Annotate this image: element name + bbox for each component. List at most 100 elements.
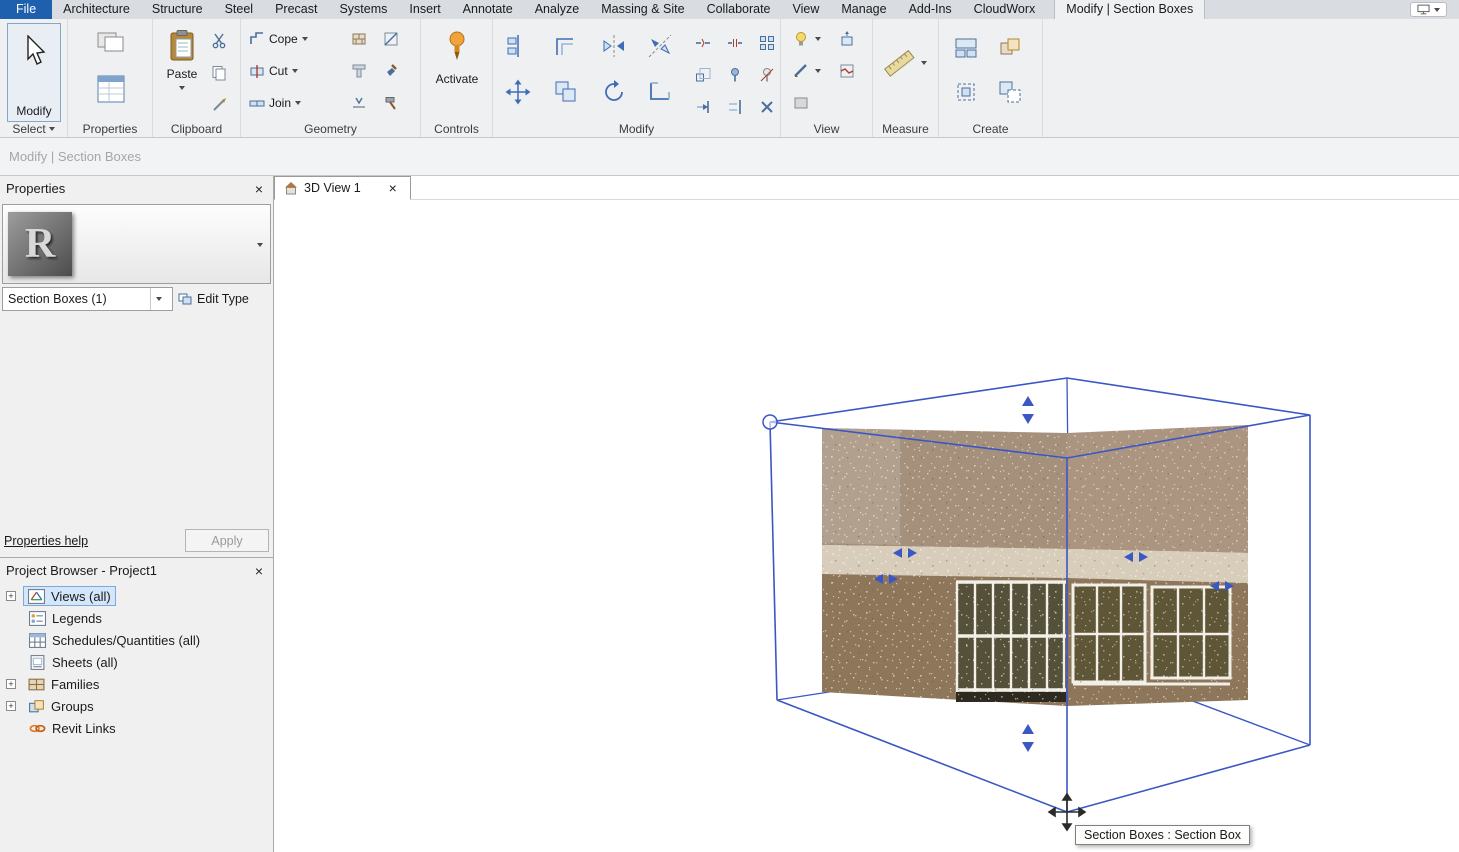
tab-collaborate[interactable]: Collaborate: [696, 0, 782, 19]
wall-joins-button[interactable]: [349, 29, 369, 49]
move-button[interactable]: [503, 77, 533, 107]
match-type-button[interactable]: [209, 95, 229, 115]
tree-item-families[interactable]: + Families: [0, 673, 273, 695]
expander-icon[interactable]: +: [6, 679, 16, 689]
edit-type-button[interactable]: Edit Type: [175, 287, 271, 311]
type-properties-button[interactable]: [95, 27, 127, 55]
tab-steel[interactable]: Steel: [214, 0, 265, 19]
panel-label-controls: Controls: [421, 122, 492, 136]
tree-item-sheets[interactable]: Sheets (all): [0, 651, 273, 673]
tab-massing-site[interactable]: Massing & Site: [590, 0, 695, 19]
copy-button[interactable]: [551, 77, 581, 107]
tree-item-views[interactable]: + Views (all): [0, 585, 273, 607]
tree-item-revit-links[interactable]: Revit Links: [0, 717, 273, 739]
paint-button[interactable]: [381, 61, 401, 81]
panel-label-select[interactable]: Select: [0, 122, 67, 136]
chevron-down-icon[interactable]: [815, 69, 821, 73]
split-profile-button[interactable]: [349, 93, 369, 113]
tab-view[interactable]: View: [782, 0, 831, 19]
trim-extend-single-button[interactable]: [693, 97, 713, 117]
create-parts-button[interactable]: [951, 33, 981, 63]
combobox-arrow[interactable]: [150, 288, 167, 310]
trim-corner-button[interactable]: [645, 77, 675, 107]
delete-icon: [759, 99, 775, 115]
tab-structure[interactable]: Structure: [141, 0, 214, 19]
trim-extend-multiple-button[interactable]: [725, 97, 745, 117]
displace-elements-button[interactable]: [837, 29, 857, 49]
close-icon[interactable]: ×: [251, 563, 267, 579]
expander-icon[interactable]: +: [6, 701, 16, 711]
filter-combobox[interactable]: Section Boxes (1): [2, 287, 173, 311]
tab-add-ins[interactable]: Add-Ins: [898, 0, 963, 19]
tree-item-schedules[interactable]: Schedules/Quantities (all): [0, 629, 273, 651]
cut-profile-button[interactable]: [837, 61, 857, 81]
create-group-button[interactable]: [951, 77, 981, 107]
split-face-button[interactable]: [381, 29, 401, 49]
reveal-hidden-button[interactable]: [791, 29, 811, 49]
rotate-button[interactable]: [599, 77, 629, 107]
pin-button[interactable]: [725, 65, 745, 85]
type-selector[interactable]: R: [2, 204, 271, 284]
tab-architecture[interactable]: Architecture: [52, 0, 141, 19]
tab-annotate[interactable]: Annotate: [452, 0, 524, 19]
paste-icon: [168, 29, 196, 63]
split-gap-button[interactable]: [725, 33, 745, 53]
linework-button[interactable]: [791, 61, 811, 81]
paste-button[interactable]: Paste: [161, 24, 203, 121]
cut-to-clipboard-button[interactable]: [209, 31, 229, 51]
copy-to-clipboard-button[interactable]: [209, 63, 229, 83]
tree-item-selection[interactable]: Views (all): [23, 586, 116, 606]
properties-help-link[interactable]: Properties help: [4, 534, 88, 548]
beam-column-joins-button[interactable]: [349, 61, 369, 81]
tab-modify-section-boxes[interactable]: Modify | Section Boxes: [1054, 0, 1205, 19]
chevron-down-icon: [295, 101, 301, 105]
chevron-down-icon[interactable]: [921, 61, 927, 65]
paste-button-label: Paste: [167, 67, 198, 81]
split-element-button[interactable]: [693, 33, 713, 53]
offset-button[interactable]: [551, 31, 581, 61]
panel-label-modify: Modify: [493, 122, 780, 136]
close-icon[interactable]: ×: [385, 180, 401, 196]
create-similar-button[interactable]: [995, 77, 1025, 107]
cut-geometry-button[interactable]: Cut: [249, 63, 298, 79]
properties-palette-button[interactable]: [93, 71, 129, 107]
tab-cloudworx[interactable]: CloudWorx: [963, 0, 1047, 19]
display-options-button[interactable]: [1410, 2, 1447, 17]
demolish-button[interactable]: [381, 93, 401, 113]
left-dock: Properties × R Section Boxes (1): [0, 176, 274, 852]
tree-item-legends[interactable]: Legends: [0, 607, 273, 629]
drawing-area[interactable]: 3D View 1 ×: [274, 176, 1459, 852]
tab-precast[interactable]: Precast: [264, 0, 328, 19]
tab-systems[interactable]: Systems: [328, 0, 398, 19]
cope-button[interactable]: Cope: [249, 31, 308, 47]
unpin-button[interactable]: [757, 65, 777, 85]
tree-item-groups[interactable]: + Groups: [0, 695, 273, 717]
align-button[interactable]: [503, 31, 533, 61]
activate-button[interactable]: Activate: [434, 24, 480, 121]
chevron-down-icon[interactable]: [257, 243, 263, 247]
delete-button[interactable]: [757, 97, 777, 117]
modify-cursor-icon: [21, 35, 47, 67]
join-button[interactable]: Join: [249, 95, 301, 111]
section-box-corner-handle[interactable]: [763, 415, 777, 429]
mirror-draw-axis-button[interactable]: [645, 31, 675, 61]
point-cloud[interactable]: [822, 425, 1248, 706]
expander-icon[interactable]: +: [6, 591, 16, 601]
close-icon[interactable]: ×: [251, 181, 267, 197]
mirror-pick-axis-button[interactable]: [599, 31, 629, 61]
tree-item-label: Views (all): [51, 589, 111, 604]
measure-button[interactable]: [881, 43, 917, 83]
array-button[interactable]: [757, 33, 777, 53]
view-tab-3d-view-1[interactable]: 3D View 1 ×: [274, 176, 411, 200]
apply-button[interactable]: Apply: [185, 529, 269, 552]
hide-in-view-button[interactable]: [791, 93, 811, 113]
tab-analyze[interactable]: Analyze: [524, 0, 590, 19]
tab-insert[interactable]: Insert: [398, 0, 451, 19]
tab-manage[interactable]: Manage: [830, 0, 897, 19]
3d-scene[interactable]: [274, 200, 1459, 852]
create-assembly-button[interactable]: [995, 33, 1025, 63]
chevron-down-icon[interactable]: [815, 37, 821, 41]
tab-file[interactable]: File: [0, 0, 52, 19]
modify-button[interactable]: Modify: [7, 23, 61, 122]
scale-button[interactable]: [693, 65, 713, 85]
